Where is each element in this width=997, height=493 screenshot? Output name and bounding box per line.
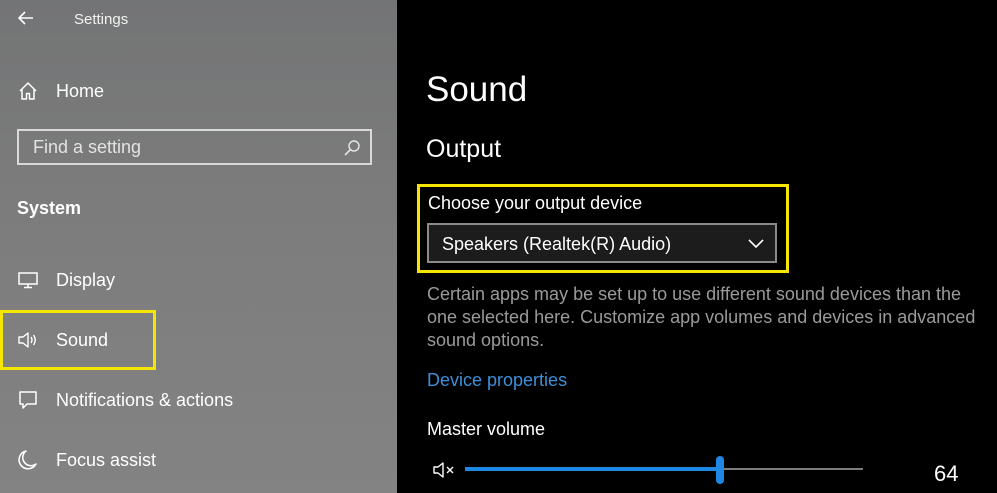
mute-button[interactable] [432,460,458,480]
back-arrow-icon [17,11,33,25]
monitor-icon [18,272,38,289]
device-properties-link[interactable]: Device properties [427,370,567,391]
search-box [17,129,372,165]
notification-icon [19,391,37,409]
master-volume-label: Master volume [427,419,546,439]
slider-thumb[interactable] [716,456,724,484]
search-icon[interactable] [343,139,361,157]
sidebar-item-notifications[interactable]: Notifications & actions [0,380,397,420]
sidebar-item-focus-assist[interactable]: Focus assist [0,440,397,480]
page-title: Sound [426,70,528,109]
speaker-muted-icon [433,462,454,478]
sidebar-item-label: Focus assist [56,450,157,470]
moon-icon [18,450,37,470]
slider-fill [465,467,720,471]
master-volume-value: 64 [934,461,959,486]
home-icon [19,82,37,100]
sidebar-item-home[interactable]: Home [0,71,397,111]
output-description: Certain apps may be set up to use differ… [427,284,976,350]
app-title: Settings [74,11,129,28]
sound-highlight-box [0,310,156,370]
back-button[interactable] [14,6,38,30]
sidebar-item-label: Notifications & actions [56,390,234,410]
sidebar-item-label: Home [56,81,105,101]
sidebar-item-display[interactable]: Display [0,260,397,300]
search-input[interactable] [19,131,339,163]
output-device-highlight-box [417,184,789,273]
sidebar-item-label: Display [56,270,116,290]
section-title: System [17,198,82,218]
master-volume-slider[interactable] [465,456,865,484]
output-section-title: Output [426,135,502,163]
